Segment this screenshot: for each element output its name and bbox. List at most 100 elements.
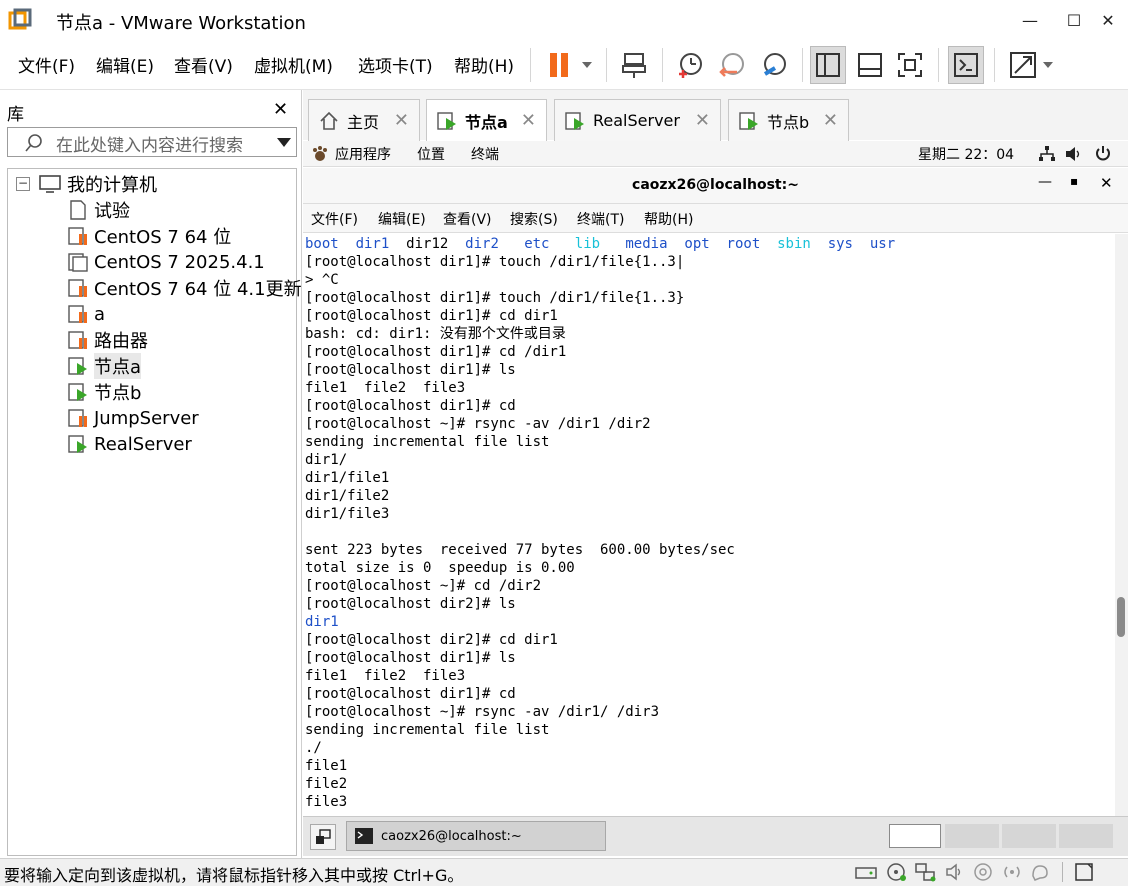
edit-vm-icon[interactable] xyxy=(1074,862,1094,882)
cd-dvd-icon[interactable] xyxy=(886,862,908,882)
terminal-menu-bar: 文件(F) 编辑(E) 查看(V) 搜索(S) 终端(T) 帮助(H) xyxy=(303,204,1128,233)
power-icon[interactable] xyxy=(1094,144,1112,162)
volume-icon[interactable] xyxy=(1064,145,1082,163)
vm-running-icon xyxy=(68,435,87,453)
send-ctrl-alt-del-button[interactable] xyxy=(614,46,654,84)
tree-item-node-a[interactable]: 节点a xyxy=(68,353,142,379)
tab-realserver[interactable]: RealServer ✕ xyxy=(554,99,721,141)
menu-view[interactable]: 查看(V) xyxy=(174,52,233,77)
computer-icon xyxy=(39,175,61,193)
terminal-line: [root@localhost dir1]# ls xyxy=(305,650,516,666)
pause-icon xyxy=(550,53,592,77)
gnome-places-menu[interactable]: 位置 xyxy=(417,144,445,164)
tree-item-router[interactable]: 路由器 xyxy=(68,328,148,352)
tab-close-icon[interactable]: ✕ xyxy=(394,110,409,131)
chevron-down-icon[interactable] xyxy=(276,137,292,149)
printer-icon[interactable] xyxy=(973,862,993,882)
terminal-scrollbar[interactable] xyxy=(1115,234,1128,816)
terminal-menu-terminal[interactable]: 终端(T) xyxy=(577,209,624,229)
fullscreen-icon xyxy=(898,53,922,77)
taskbar-terminal-item[interactable]: caozx26@localhost:~ xyxy=(346,821,606,851)
tree-item-a[interactable]: a xyxy=(68,302,105,326)
tree-item-centos7-64[interactable]: CentOS 7 64 位 xyxy=(68,224,231,248)
tree-item-shiyan[interactable]: 试验 xyxy=(68,198,130,222)
gnome-clock[interactable]: 星期二 22：04 xyxy=(918,144,1014,164)
revert-snapshot-button[interactable] xyxy=(712,46,752,84)
file-icon xyxy=(70,200,86,220)
menu-vm[interactable]: 虚拟机(M) xyxy=(254,52,333,77)
sidebar-layout-icon xyxy=(816,53,840,77)
terminal-line: [root@localhost ~]# rsync -av /dir1/ /di… xyxy=(305,704,660,720)
tab-node-b[interactable]: 节点b ✕ xyxy=(728,99,849,141)
terminal-menu-view[interactable]: 查看(V) xyxy=(443,209,492,229)
tree-item-centos7-update[interactable]: CentOS 7 64 位 4.1更新 xyxy=(68,276,302,300)
terminal-menu-help[interactable]: 帮助(H) xyxy=(644,209,693,229)
message-icon[interactable] xyxy=(1030,862,1054,882)
tree-item-centos7-2025[interactable]: CentOS 7 2025.4.1 xyxy=(68,250,265,274)
hard-disk-icon[interactable] xyxy=(855,862,877,882)
toolbar-separator xyxy=(530,48,531,82)
fullscreen-button[interactable] xyxy=(892,46,928,84)
terminal-line-dir: dir1 xyxy=(305,614,339,630)
snapshot-button[interactable] xyxy=(670,46,710,84)
close-window-button[interactable]: ✕ xyxy=(1086,6,1128,34)
menu-edit[interactable]: 编辑(E) xyxy=(96,52,154,77)
bottom-panel-icon xyxy=(858,53,882,77)
ls-entry: lib xyxy=(574,236,601,252)
vm-running-icon xyxy=(68,383,87,401)
menu-help[interactable]: 帮助(H) xyxy=(454,52,514,77)
library-close-icon[interactable]: ✕ xyxy=(273,99,288,120)
gnome-applications-menu[interactable]: 应用程序 xyxy=(335,144,391,164)
terminal-maximize-button[interactable]: ▪ xyxy=(1070,174,1078,188)
tree-node-my-computer[interactable]: − 我的计算机 xyxy=(16,172,157,196)
snapshot-clock-icon xyxy=(679,53,702,78)
terminal-menu-file[interactable]: 文件(F) xyxy=(311,209,358,229)
workspace-3[interactable] xyxy=(1002,824,1056,848)
tab-close-icon[interactable]: ✕ xyxy=(695,110,710,131)
workspace-2[interactable] xyxy=(945,824,999,848)
tab-close-icon[interactable]: ✕ xyxy=(823,110,838,131)
tree-item-realserver[interactable]: RealServer xyxy=(68,432,192,456)
console-view-button[interactable] xyxy=(948,46,984,84)
tree-label: CentOS 7 64 位 4.1更新 xyxy=(94,279,302,300)
library-search-field[interactable]: 在此处键入内容进行搜索 xyxy=(7,127,297,157)
workspace-4[interactable] xyxy=(1059,824,1113,848)
library-view-button[interactable] xyxy=(810,46,846,84)
toolbar-separator xyxy=(606,48,607,82)
wireless-icon[interactable] xyxy=(1000,862,1024,882)
terminal-menu-search[interactable]: 搜索(S) xyxy=(510,209,558,229)
terminal-minimize-button[interactable]: — xyxy=(1038,174,1052,190)
home-icon xyxy=(320,111,338,130)
terminal-line: [root@localhost dir1]# touch /dir1/file{… xyxy=(305,254,685,270)
scrollbar-thumb[interactable] xyxy=(1117,597,1125,637)
stretch-button[interactable] xyxy=(1002,46,1060,84)
terminal-menu-edit[interactable]: 编辑(E) xyxy=(378,209,426,229)
snapshot-manager-button[interactable] xyxy=(754,46,794,84)
gnome-terminal-menu[interactable]: 终端 xyxy=(471,144,499,164)
ls-entry: dir2 xyxy=(465,236,499,252)
pause-button[interactable] xyxy=(540,46,600,84)
terminal-line: [root@localhost dir2]# cd dir1 xyxy=(305,632,558,648)
network-adapter-icon[interactable] xyxy=(915,862,937,882)
collapse-icon[interactable]: − xyxy=(16,177,30,191)
tree-item-jumpserver[interactable]: JumpServer xyxy=(68,406,199,430)
tab-label: 节点a xyxy=(465,113,508,132)
menu-file[interactable]: 文件(F) xyxy=(18,52,75,77)
network-icon[interactable] xyxy=(1038,145,1056,163)
menu-tabs[interactable]: 选项卡(T) xyxy=(358,52,433,77)
sound-card-icon[interactable] xyxy=(945,862,965,882)
tab-node-a[interactable]: 节点a ✕ xyxy=(426,99,547,142)
tree-item-node-b[interactable]: 节点b xyxy=(68,380,141,404)
terminal-line: sent 223 bytes received 77 bytes 600.00 … xyxy=(305,542,735,558)
thumbnail-view-button[interactable] xyxy=(852,46,888,84)
show-desktop-button[interactable] xyxy=(310,824,336,850)
tab-home[interactable]: 主页 ✕ xyxy=(308,99,420,141)
terminal-close-button[interactable]: ✕ xyxy=(1100,174,1113,192)
minimize-button[interactable]: — xyxy=(1008,6,1052,34)
tree-label: CentOS 7 2025.4.1 xyxy=(94,251,265,273)
terminal-line: [root@localhost dir1]# cd xyxy=(305,398,516,414)
tab-close-icon[interactable]: ✕ xyxy=(521,110,536,131)
terminal-output[interactable]: boot dir1 dir12 dir2 etc lib media opt r… xyxy=(303,234,1115,816)
workspace-1[interactable] xyxy=(889,824,941,848)
